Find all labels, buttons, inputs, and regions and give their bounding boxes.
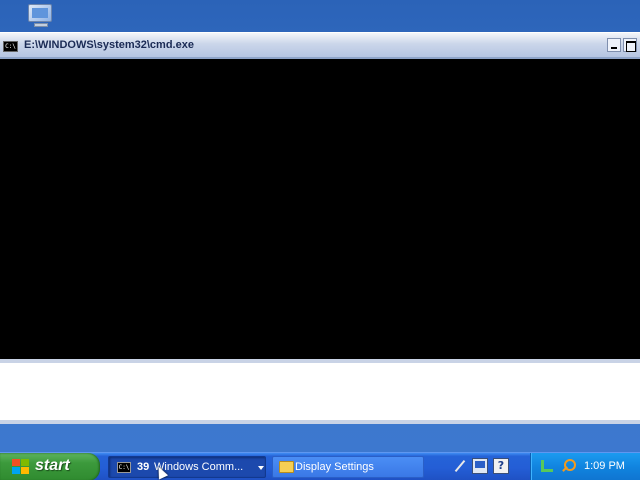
search-icon[interactable] (561, 459, 576, 473)
start-label: start (35, 457, 70, 474)
monitor-icon[interactable] (472, 458, 488, 474)
taskbar: start C:\ 39 Windows Comm... Display Set… (0, 452, 640, 480)
console-output[interactable] (0, 59, 640, 359)
clock[interactable]: 1:09 PM (584, 460, 625, 472)
network-icon[interactable] (541, 460, 555, 473)
help-icon[interactable]: ? (493, 458, 509, 474)
taskbar-button-label: Display Settings (295, 461, 374, 473)
dropdown-arrow-icon (258, 466, 264, 470)
minimize-button[interactable] (607, 38, 621, 52)
window-titlebar[interactable]: C:\ E:\WINDOWS\system32\cmd.exe (0, 32, 640, 59)
maximize-button[interactable] (623, 38, 637, 52)
system-tray: 1:09 PM (530, 453, 640, 480)
taskbar-button-display-settings[interactable]: Display Settings (272, 456, 424, 478)
window-count: 39 (137, 461, 150, 473)
cmd-icon: C:\ (117, 462, 131, 473)
cmd-icon: C:\ (3, 41, 18, 52)
window-title: E:\WINDOWS\system32\cmd.exe (24, 39, 194, 51)
console-window[interactable]: C:\ E:\WINDOWS\system32\cmd.exe (0, 32, 640, 424)
window-lower-region (0, 359, 640, 424)
my-computer-icon[interactable] (22, 0, 58, 30)
folder-icon (279, 461, 294, 473)
taskbar-button-cmd-group[interactable]: C:\ 39 Windows Comm... (108, 456, 266, 478)
start-button[interactable]: start (0, 453, 100, 480)
taskbar-button-label: Windows Comm... (154, 461, 244, 473)
windows-logo-icon (12, 459, 30, 475)
wand-icon[interactable] (452, 458, 468, 474)
